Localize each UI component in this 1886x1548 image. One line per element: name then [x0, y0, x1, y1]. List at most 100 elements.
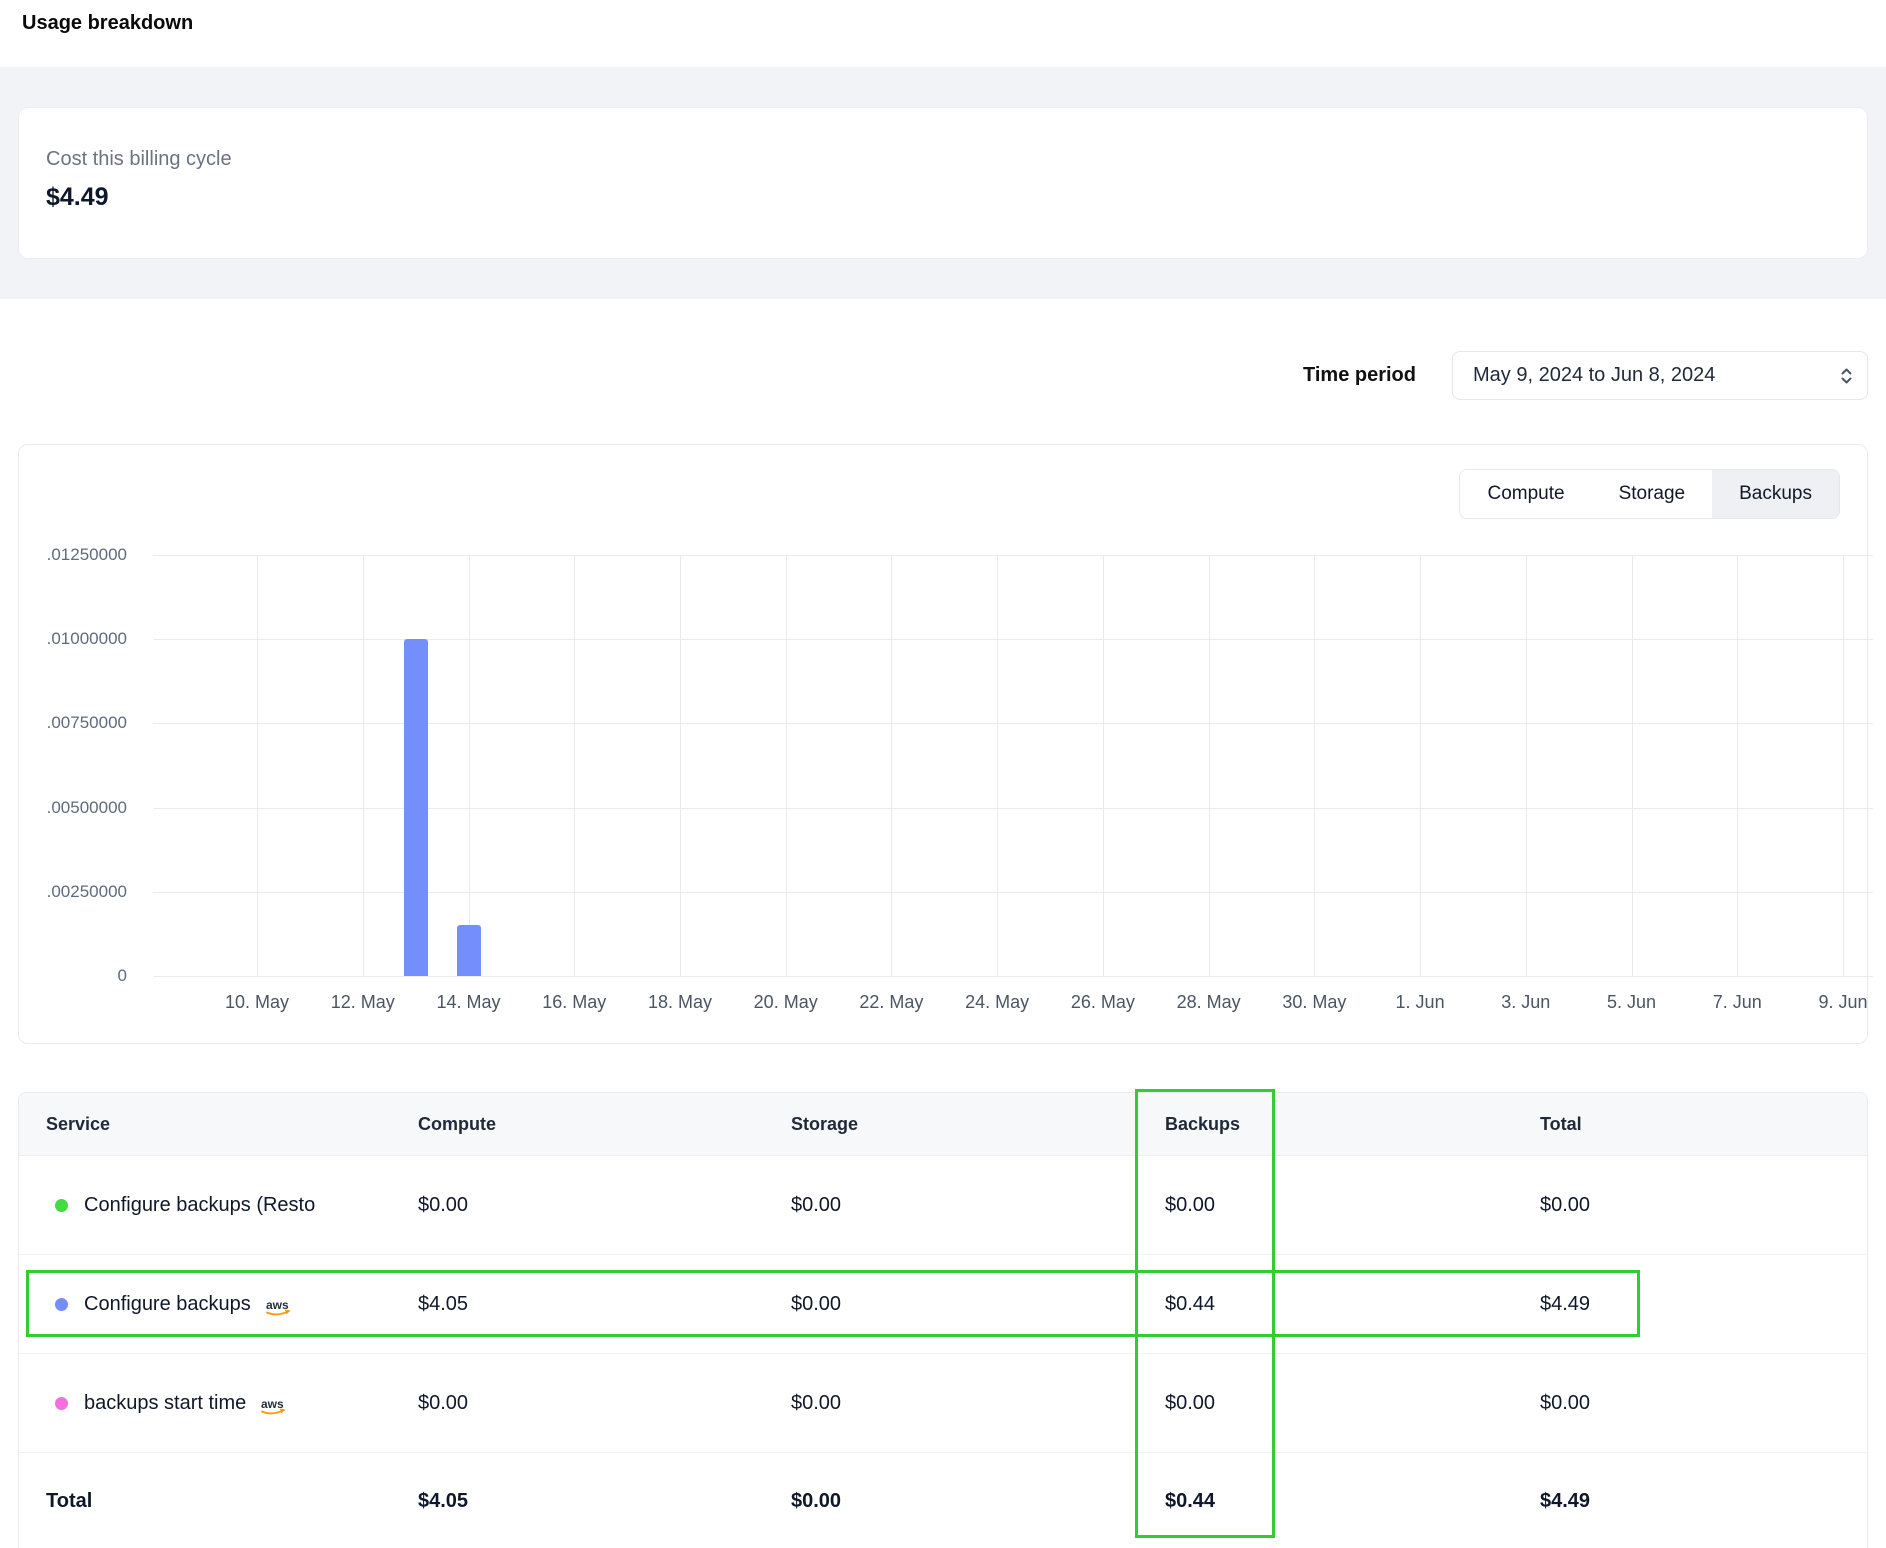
total-row-label: Total	[46, 1490, 418, 1513]
x-tick-label: 28. May	[1177, 992, 1241, 1013]
table-row[interactable]: Configure backups aws $4.05 $0.00 $0.44 …	[19, 1255, 1867, 1354]
gridline-vertical	[1420, 555, 1421, 976]
service-cell: Configure backups aws	[46, 1293, 418, 1316]
backups-cell: $0.44	[1165, 1293, 1540, 1316]
compute-cell: $4.05	[418, 1293, 791, 1316]
column-header-total: Total	[1540, 1114, 1867, 1135]
table-header: Service Compute Storage Backups Total	[19, 1093, 1867, 1156]
aws-icon: aws	[258, 1396, 290, 1415]
column-header-service: Service	[46, 1114, 418, 1135]
y-tick-label: .00750000	[47, 713, 127, 733]
service-cell: backups start time aws	[46, 1392, 418, 1415]
column-header-compute: Compute	[418, 1114, 791, 1135]
gridline-vertical	[786, 555, 787, 976]
time-period-value: May 9, 2024 to Jun 8, 2024	[1473, 364, 1715, 387]
cost-card: Cost this billing cycle $4.49	[18, 107, 1868, 259]
y-tick-label: .00500000	[47, 798, 127, 818]
aws-icon: aws	[263, 1297, 295, 1316]
backups-cell: $0.00	[1165, 1194, 1540, 1217]
total-compute-cell: $4.05	[418, 1490, 791, 1513]
table-total-row: Total $4.05 $0.00 $0.44 $4.49	[19, 1453, 1867, 1548]
usage-table: Service Compute Storage Backups Total Co…	[18, 1092, 1868, 1548]
chart-card: Compute Storage Backups .01250000 .010000…	[18, 444, 1868, 1044]
cost-cycle-label: Cost this billing cycle	[46, 148, 1840, 171]
chart-plot	[153, 555, 1873, 976]
total-cell: $0.00	[1540, 1194, 1867, 1217]
y-tick-label: .01250000	[47, 545, 127, 565]
x-tick-label: 20. May	[754, 992, 818, 1013]
storage-cell: $0.00	[791, 1194, 1165, 1217]
storage-cell: $0.00	[791, 1392, 1165, 1415]
gridline-vertical	[574, 555, 575, 976]
service-name: Configure backups (Resto	[84, 1194, 315, 1217]
column-header-storage: Storage	[791, 1114, 1165, 1135]
x-tick-label: 12. May	[331, 992, 395, 1013]
x-tick-label: 9. Jun	[1818, 992, 1867, 1013]
table-body: Configure backups (Resto $0.00 $0.00 $0.…	[19, 1156, 1867, 1453]
table-row[interactable]: backups start time aws $0.00 $0.00 $0.00…	[19, 1354, 1867, 1453]
gridline-vertical	[1314, 555, 1315, 976]
service-name: backups start time	[84, 1392, 246, 1415]
total-cell: $4.49	[1540, 1293, 1867, 1316]
x-tick-label: 26. May	[1071, 992, 1135, 1013]
chart-bar-13-may	[404, 639, 428, 976]
compute-cell: $0.00	[418, 1194, 791, 1217]
y-tick-label: .01000000	[47, 629, 127, 649]
column-header-backups: Backups	[1165, 1114, 1540, 1135]
chart-y-axis: .01250000.01000000.00750000.00500000.002…	[19, 555, 127, 976]
y-tick-label: .00250000	[47, 882, 127, 902]
total-storage-cell: $0.00	[791, 1490, 1165, 1513]
x-tick-label: 7. Jun	[1713, 992, 1762, 1013]
backups-cell: $0.00	[1165, 1392, 1540, 1415]
gridline-vertical	[1632, 555, 1633, 976]
gridline-vertical	[469, 555, 470, 976]
gridline-vertical	[257, 555, 258, 976]
service-dot	[55, 1397, 68, 1410]
tab-backups[interactable]: Backups	[1712, 470, 1839, 518]
time-period-row: Time period May 9, 2024 to Jun 8, 2024	[0, 351, 1886, 400]
x-tick-label: 14. May	[437, 992, 501, 1013]
x-tick-label: 24. May	[965, 992, 1029, 1013]
total-cell: $0.00	[1540, 1392, 1867, 1415]
x-tick-label: 3. Jun	[1501, 992, 1550, 1013]
time-period-label: Time period	[1303, 364, 1416, 387]
page-title: Usage breakdown	[0, 0, 1886, 35]
x-tick-label: 18. May	[648, 992, 712, 1013]
chart-bar-14-may	[457, 925, 481, 976]
service-cell: Configure backups (Resto	[46, 1194, 418, 1217]
x-tick-label: 22. May	[859, 992, 923, 1013]
y-tick-label: 0	[118, 966, 127, 986]
gridline-vertical	[363, 555, 364, 976]
time-period-select[interactable]: May 9, 2024 to Jun 8, 2024	[1452, 351, 1868, 400]
total-total-cell: $4.49	[1540, 1490, 1867, 1513]
tab-storage[interactable]: Storage	[1592, 470, 1713, 518]
gridline-vertical	[680, 555, 681, 976]
compute-cell: $0.00	[418, 1392, 791, 1415]
gridline-vertical	[891, 555, 892, 976]
service-name: Configure backups	[84, 1293, 251, 1316]
x-tick-label: 1. Jun	[1396, 992, 1445, 1013]
service-dot	[55, 1298, 68, 1311]
cost-summary-band: Cost this billing cycle $4.49	[0, 67, 1886, 299]
service-dot	[55, 1199, 68, 1212]
gridline-vertical	[997, 555, 998, 976]
x-tick-label: 16. May	[542, 992, 606, 1013]
gridline-horizontal	[153, 976, 1873, 977]
cost-cycle-value: $4.49	[46, 183, 1840, 212]
total-backups-cell: $0.44	[1165, 1490, 1540, 1513]
x-tick-label: 5. Jun	[1607, 992, 1656, 1013]
gridline-vertical	[1103, 555, 1104, 976]
gridline-vertical	[1526, 555, 1527, 976]
x-tick-label: 10. May	[225, 992, 289, 1013]
chart-tabs: Compute Storage Backups	[1459, 469, 1840, 519]
storage-cell: $0.00	[791, 1293, 1165, 1316]
gridline-vertical	[1209, 555, 1210, 976]
tab-compute[interactable]: Compute	[1460, 470, 1591, 518]
x-tick-label: 30. May	[1282, 992, 1346, 1013]
gridline-vertical	[1737, 555, 1738, 976]
chart-x-axis: 10. May 12. May 14. May 16. May 18. May 20. M…	[153, 992, 1873, 1016]
table-row[interactable]: Configure backups (Resto $0.00 $0.00 $0.…	[19, 1156, 1867, 1255]
gridline-vertical	[1843, 555, 1844, 976]
gridline-horizontal	[153, 555, 1873, 556]
chevron-updown-icon	[1838, 365, 1855, 387]
